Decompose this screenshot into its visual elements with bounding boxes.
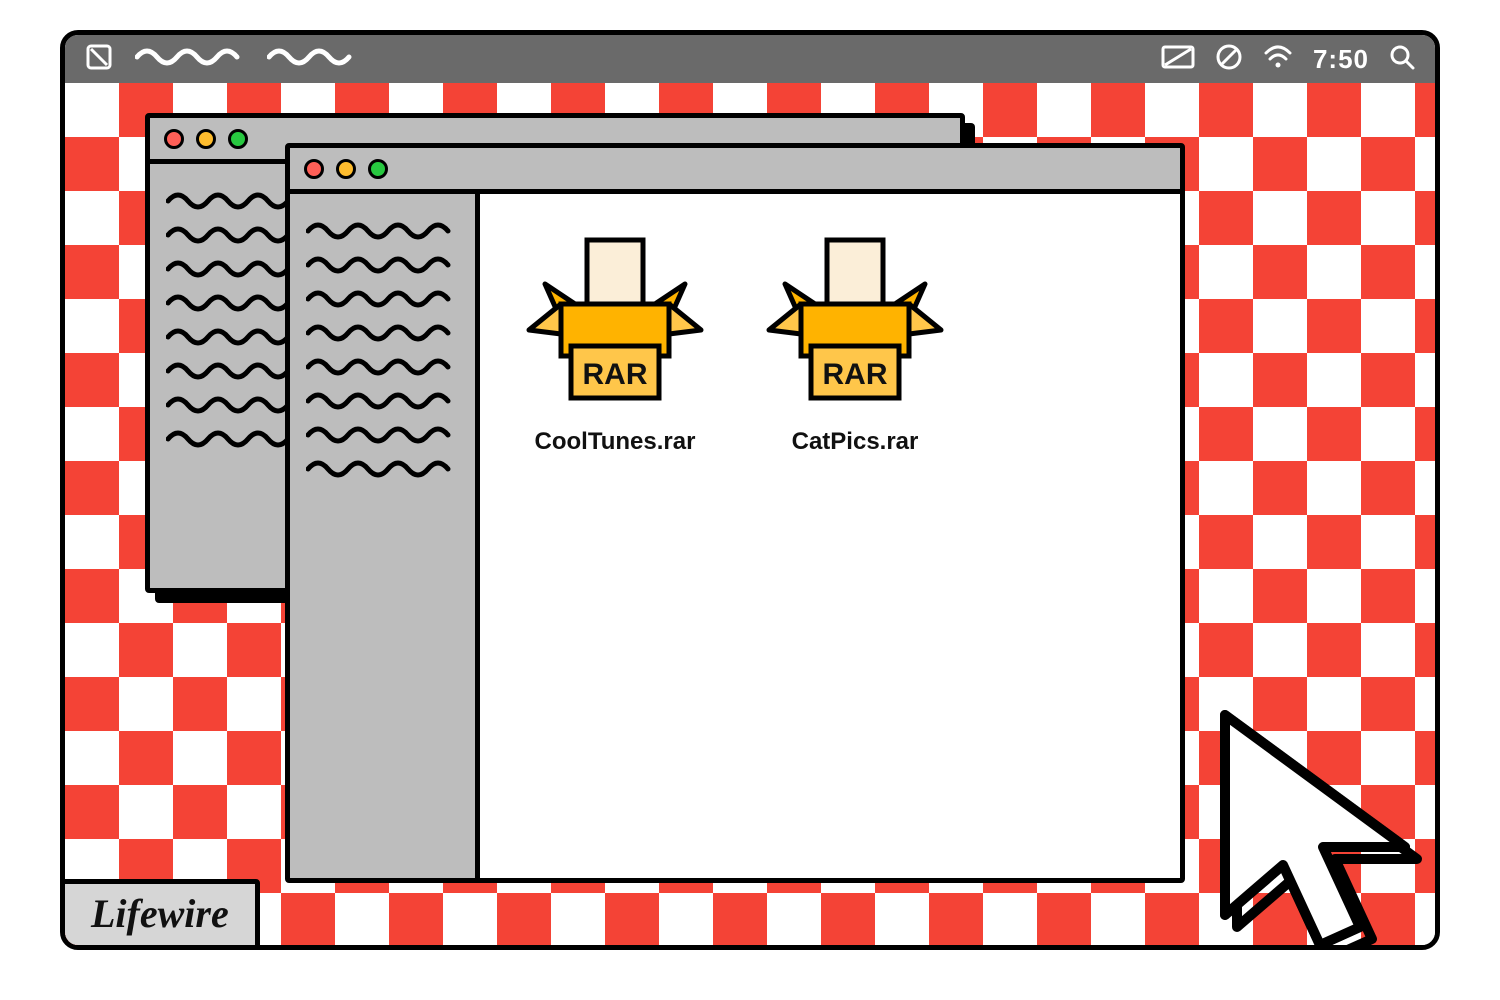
- display-mirror-icon[interactable]: [1161, 45, 1195, 74]
- rar-archive-icon: RAR: [755, 234, 955, 414]
- window-minimize-button[interactable]: [196, 129, 216, 149]
- apple-menu-icon[interactable]: [85, 43, 113, 76]
- sidebar-item-placeholder[interactable]: [306, 460, 459, 474]
- sidebar-item-placeholder[interactable]: [306, 426, 459, 440]
- menu-squiggle-icon: [135, 47, 245, 72]
- mouse-cursor-icon: [1155, 675, 1440, 950]
- menubar-right: 7:50: [1161, 43, 1415, 76]
- sidebar-item-placeholder[interactable]: [306, 324, 459, 338]
- screen-frame: 7:50: [60, 30, 1440, 950]
- file-icon-label: RAR: [583, 358, 648, 391]
- rar-archive-icon: RAR: [515, 234, 715, 414]
- desktop[interactable]: RAR CoolTunes.rar: [65, 83, 1435, 945]
- menubar-clock[interactable]: 7:50: [1313, 44, 1369, 75]
- window-sidebar: [290, 194, 480, 878]
- search-icon[interactable]: [1389, 44, 1415, 75]
- do-not-disturb-icon[interactable]: [1215, 43, 1243, 76]
- file-item[interactable]: RAR CatPics.rar: [750, 234, 960, 456]
- wifi-icon[interactable]: [1263, 45, 1293, 74]
- sidebar-item-placeholder[interactable]: [306, 392, 459, 406]
- window-body: RAR CoolTunes.rar: [290, 194, 1180, 878]
- sidebar-item-placeholder[interactable]: [306, 256, 459, 270]
- brand-watermark: Lifewire: [60, 879, 260, 950]
- window-close-button[interactable]: [304, 159, 324, 179]
- menu-squiggle-icon: [267, 47, 357, 72]
- menubar: 7:50: [65, 35, 1435, 83]
- finder-window-foreground[interactable]: RAR CoolTunes.rar: [285, 143, 1185, 883]
- menubar-left: [85, 43, 357, 76]
- file-name[interactable]: CoolTunes.rar: [510, 428, 720, 456]
- file-item[interactable]: RAR CoolTunes.rar: [510, 234, 720, 456]
- window-minimize-button[interactable]: [336, 159, 356, 179]
- sidebar-item-placeholder[interactable]: [306, 358, 459, 372]
- window-zoom-button[interactable]: [228, 129, 248, 149]
- window-zoom-button[interactable]: [368, 159, 388, 179]
- window-titlebar[interactable]: [290, 148, 1180, 194]
- file-grid[interactable]: RAR CoolTunes.rar: [480, 194, 1180, 878]
- file-name[interactable]: CatPics.rar: [750, 428, 960, 456]
- window-close-button[interactable]: [164, 129, 184, 149]
- file-icon-label: RAR: [823, 358, 888, 391]
- sidebar-item-placeholder[interactable]: [306, 222, 459, 236]
- sidebar-item-placeholder[interactable]: [306, 290, 459, 304]
